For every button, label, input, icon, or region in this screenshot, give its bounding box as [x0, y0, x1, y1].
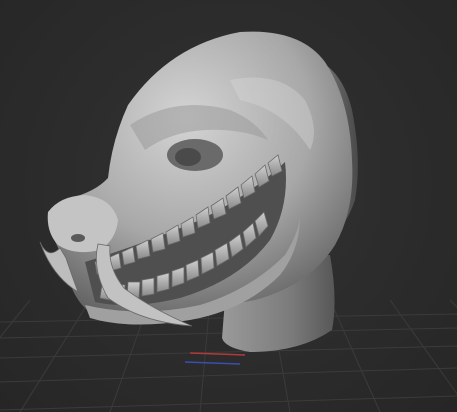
3d-viewport[interactable]: [0, 0, 457, 412]
snout: [47, 195, 118, 253]
nostril: [71, 234, 85, 242]
eye-icon: [175, 148, 201, 166]
sculpt-model[interactable]: [0, 0, 457, 412]
